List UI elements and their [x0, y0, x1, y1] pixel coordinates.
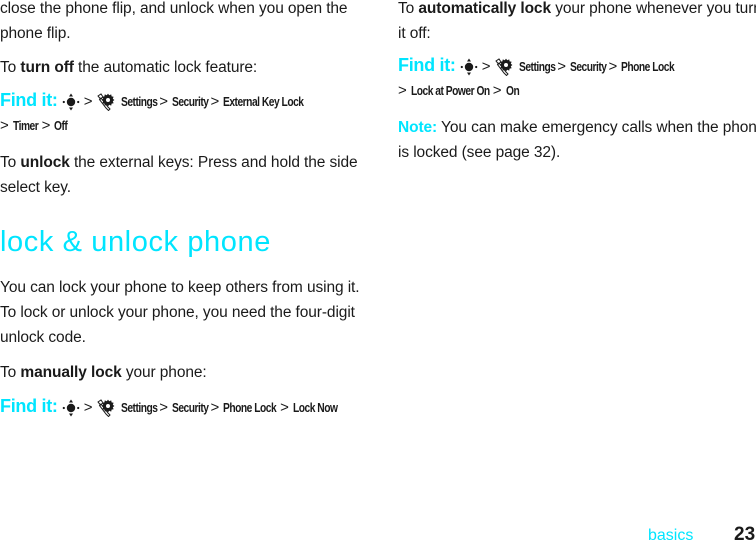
text: it off: [398, 25, 431, 42]
intro-line-1: close the phone flip, and unlock when yo… [0, 0, 348, 17]
find-it-label: Find it: [0, 90, 58, 110]
menu-item-security: Security [171, 401, 209, 415]
find-it-path-lock-at-power-on: Find it: > Settings > Security > Phone Lock [398, 55, 675, 77]
footer-section-name: basics [648, 527, 694, 544]
text: To [398, 0, 419, 17]
note-paragraph: Note: You can make emergency calls when … [398, 115, 756, 165]
find-it-label: Find it: [0, 396, 58, 416]
text: the external keys: Press and hold the si… [69, 154, 358, 171]
nav-key-icon [62, 399, 80, 417]
bold-text: automatically lock [418, 0, 551, 17]
menu-item-phone-lock: Phone Lock [621, 60, 675, 74]
bold-text: manually lock [20, 364, 122, 381]
text: your phone whenever you turn [550, 0, 756, 17]
text: select key. [0, 179, 71, 196]
intro-line-2: phone flip. [0, 25, 71, 42]
find-it-label: Find it: [398, 55, 456, 75]
text: To [0, 154, 21, 171]
text: unlock code. [0, 329, 86, 346]
note-label: Note: [398, 119, 438, 136]
nav-key-icon [62, 93, 80, 111]
bold-text: turn off [20, 59, 74, 76]
turn-off-instruction: To turn off the automatic lock feature: [0, 55, 257, 80]
menu-item-timer: Timer [12, 119, 39, 133]
manual-lock-instruction: To manually lock your phone: [0, 360, 207, 385]
menu-item-lock-now: Lock Now [292, 401, 338, 415]
menu-item-external-key-lock: External Key Lock [223, 95, 304, 109]
menu-item-off: Off [54, 119, 68, 133]
menu-item-security: Security [569, 60, 607, 74]
text: You can lock your phone to keep others f… [0, 279, 360, 296]
find-it-path-continued: > Timer > Off [0, 117, 68, 134]
menu-item-phone-lock: Phone Lock [223, 401, 277, 415]
find-it-path-continued: > Lock at Power On > On [398, 82, 520, 99]
find-it-path-lock-now: Find it: > Settings > Security > Phone Lock >… [0, 396, 338, 418]
menu-item-security: Security [171, 95, 209, 109]
text: your phone: [121, 364, 207, 381]
find-it-path-external-key-lock: Find it: > Settings > Security > External Ke… [0, 90, 304, 112]
unlock-instruction: To unlock the external keys: Press and h… [0, 150, 358, 200]
menu-item-on: On [505, 84, 520, 98]
settings-icon [495, 58, 513, 77]
menu-item-settings: Settings [120, 95, 158, 109]
text: You can make emergency calls when the ph… [437, 119, 756, 136]
bold-text: unlock [20, 154, 70, 171]
settings-icon [97, 93, 115, 112]
menu-item-lock-at-power-on: Lock at Power On [410, 84, 490, 98]
text: To [0, 364, 21, 381]
text: To lock or unlock your phone, you need t… [0, 304, 355, 321]
nav-key-icon [460, 58, 478, 76]
settings-icon [97, 399, 115, 418]
lock-description: You can lock your phone to keep others f… [0, 275, 360, 350]
menu-item-settings: Settings [120, 401, 158, 415]
text: the automatic lock feature: [73, 59, 258, 76]
text: To [0, 59, 21, 76]
section-heading: lock & unlock phone [0, 226, 271, 258]
page-number: 23 [734, 524, 756, 545]
text: is locked (see page 32). [398, 144, 561, 161]
auto-lock-instruction: To automatically lock your phone wheneve… [398, 0, 756, 46]
intro-paragraph: close the phone flip, and unlock when yo… [0, 0, 348, 46]
menu-item-settings: Settings [518, 60, 556, 74]
